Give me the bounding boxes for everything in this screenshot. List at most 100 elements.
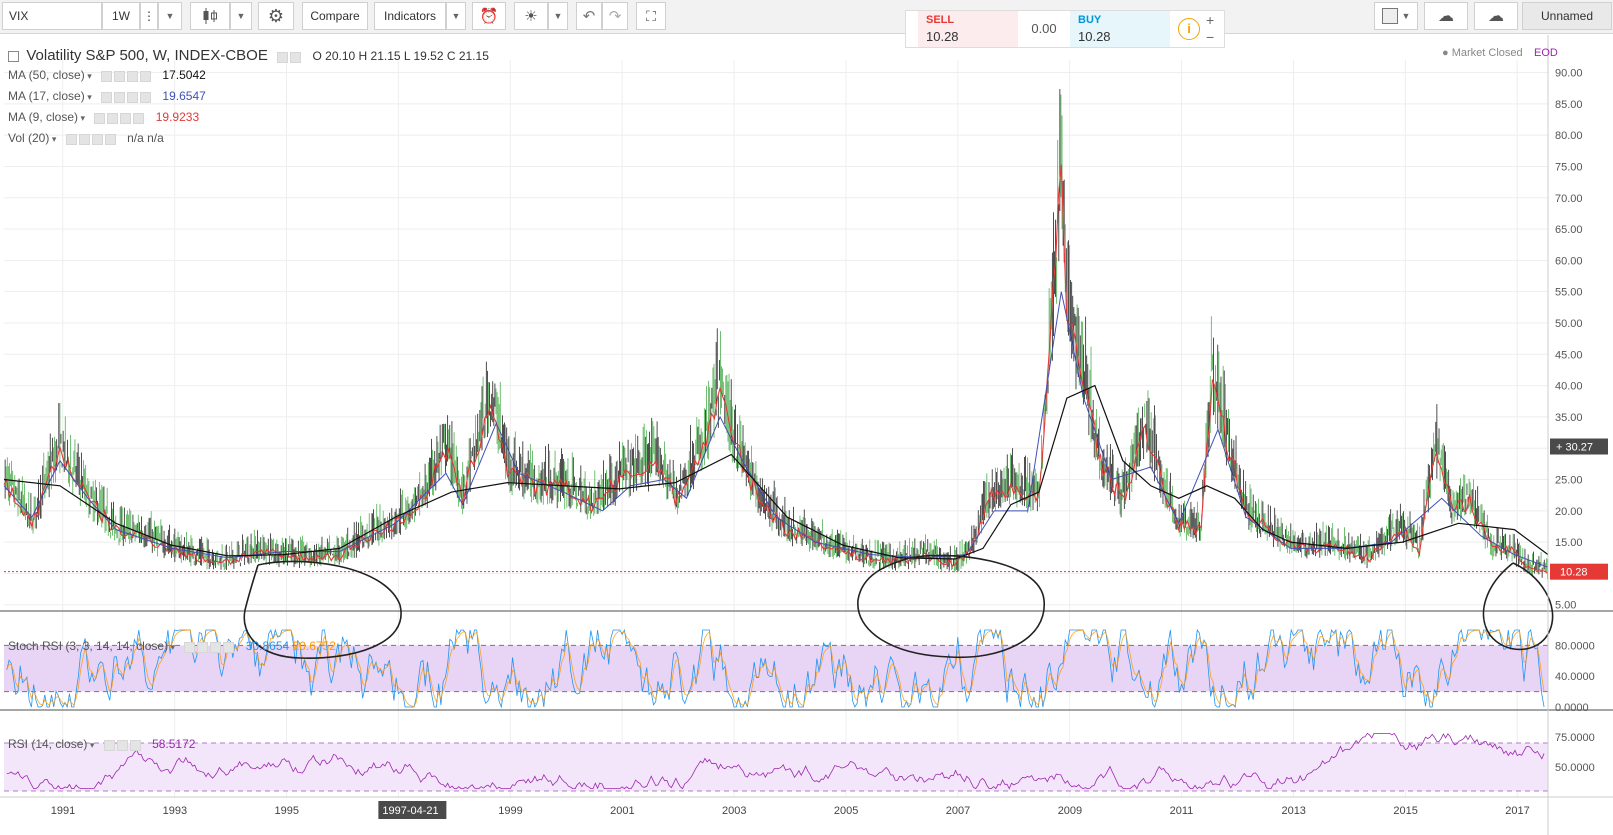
hand-drawn-circles (243, 554, 1554, 659)
rsi-tick-label: 50.0000 (1555, 762, 1595, 774)
ma50-legend[interactable]: MA (50, close) ▾ 17.5042 (8, 68, 206, 83)
price-tick-label: 90.00 (1555, 68, 1583, 80)
buy-label: BUY (1078, 14, 1102, 26)
price-tick-label: 45.00 (1555, 349, 1583, 361)
price-tick-label: 5.00 (1555, 600, 1576, 612)
price-tick-label: 85.00 (1555, 99, 1583, 111)
ma17-legend[interactable]: MA (17, close) ▾ 19.6547 (8, 89, 206, 104)
rsi-tick-label: 75.0000 (1555, 732, 1595, 744)
more-menu-button[interactable]: ⋮ (140, 2, 158, 30)
year-tick-label: 2005 (834, 805, 858, 817)
collapse-icon[interactable] (8, 51, 19, 63)
legend-icons[interactable] (101, 69, 153, 83)
series-title[interactable]: Volatility S&P 500, W, INDEX-CBOE (26, 47, 267, 64)
interval-text: 1W (112, 9, 130, 23)
annotation-circle (857, 554, 1045, 659)
price-axis[interactable]: 90.00 85.00 80.00 75.00 70.00 65.00 60.00 55.00… (1547, 35, 1608, 835)
indicators-dropdown[interactable]: ▼ (446, 2, 466, 30)
buy-price: 10.28 (1078, 29, 1111, 44)
price-tick-label: 15.00 (1555, 537, 1583, 549)
ma50-value: 17.5042 (162, 68, 206, 82)
year-tick-label: 2015 (1393, 805, 1417, 817)
price-tick-label: 40.00 (1555, 381, 1583, 393)
price-tick-label: 25.00 (1555, 475, 1583, 487)
trade-panel: SELL 10.28 0.00 BUY 10.28 i + − (905, 10, 1225, 48)
price-tick-label: 50.00 (1555, 318, 1583, 330)
market-status: ● Market Closed (1442, 47, 1523, 59)
save-layout-button[interactable]: ☁ (1474, 2, 1518, 30)
year-tick-label: 2011 (1170, 805, 1194, 817)
kebab-icon: ⋮ (143, 9, 155, 23)
minus-button[interactable]: − (1206, 29, 1214, 45)
compare-button[interactable]: Compare (302, 2, 368, 30)
spread-value: 0.00 (1031, 21, 1057, 36)
legend-icons[interactable] (101, 90, 153, 104)
indicators-button[interactable]: Indicators (374, 2, 446, 30)
price-tick-label: 55.00 (1555, 287, 1583, 299)
year-tick-label: 2001 (610, 805, 634, 817)
fullscreen-button[interactable]: ⛶ (636, 2, 666, 30)
indicator-pane-backgrounds (0, 610, 1613, 792)
alert-button[interactable]: ⏰ (472, 2, 506, 30)
top-toolbar: VIX 1W ⋮ ▼ ▼ ⚙ Compare Indicators ▼ ⏰ ☀ … (0, 0, 1613, 34)
ohlc-values: O 20.10 H 21.15 L 19.52 C 21.15 (312, 49, 489, 63)
ideas-dropdown[interactable]: ▼ (548, 2, 568, 30)
vol-value: n/a n/a (127, 131, 164, 145)
layout-name[interactable]: Unnamed (1522, 2, 1612, 30)
rsi-label: RSI (14, close) (8, 737, 88, 751)
rsi-legend[interactable]: RSI (14, close) ▾ 58.5172 (8, 737, 195, 752)
fullscreen-icon: ⛶ (646, 7, 656, 24)
compare-label: Compare (310, 9, 360, 23)
gear-icon: ⚙ (267, 5, 285, 26)
year-tick-label: 1993 (163, 805, 187, 817)
interval-button[interactable]: 1W (102, 2, 140, 30)
redo-button[interactable]: ↷ (602, 2, 628, 30)
ma9-label: MA (9, close) (8, 110, 79, 124)
alarm-clock-icon: ⏰ (479, 8, 499, 25)
last-price-text: 10.28 (1560, 567, 1588, 579)
chevron-down-icon: ▼ (451, 11, 461, 21)
sell-price: 10.28 (926, 29, 959, 44)
legend-icons[interactable] (184, 640, 236, 654)
stoch-rsi-legend[interactable]: Stoch RSI (3, 3, 14, 14, close) ▾ 30.865… (8, 639, 336, 654)
ma9-legend[interactable]: MA (9, close) ▾ 19.9233 (8, 110, 199, 125)
interval-dropdown[interactable]: ▼ (158, 2, 182, 30)
ma17-label: MA (17, close) (8, 89, 85, 103)
year-tick-label: 2003 (722, 805, 746, 817)
chart-area[interactable]: 90.00 85.00 80.00 75.00 70.00 65.00 60.00 55.00… (0, 35, 1613, 835)
load-layout-button[interactable]: ☁ (1424, 2, 1468, 30)
indicators-label: Indicators (383, 9, 437, 23)
legend-icons[interactable] (65, 132, 118, 146)
price-tick-label: 80.00 (1555, 130, 1583, 142)
year-tick-label: 2013 (1281, 805, 1305, 817)
settings-button[interactable]: ⚙ (258, 2, 294, 30)
candles-icon (203, 8, 217, 24)
stoch-d-value: 20.6752 (292, 639, 336, 653)
time-axis[interactable]: 1991199319951997199920012003200520072009… (0, 796, 1613, 819)
year-tick-label: 2009 (1058, 805, 1082, 817)
crosshair-date-text: 1997-04-21 (382, 805, 438, 817)
vol-legend[interactable]: Vol (20) ▾ n/a n/a (8, 131, 164, 146)
chevron-down-icon: ▼ (165, 11, 175, 21)
legend-icons[interactable] (94, 111, 146, 125)
legend-icons[interactable] (103, 738, 143, 752)
price-tick-label: 75.00 (1555, 161, 1583, 173)
chart-style-button[interactable] (190, 2, 230, 30)
series-settings-icons[interactable] (277, 50, 303, 64)
chevron-down-icon: ▼ (1401, 11, 1411, 21)
undo-button[interactable]: ↶ (576, 2, 602, 30)
stoch-rsi-label: Stoch RSI (3, 3, 14, 14, close) (8, 639, 169, 653)
chart-style-dropdown[interactable]: ▼ (230, 2, 252, 30)
sell-button[interactable]: SELL 10.28 (918, 11, 1018, 47)
ma9-value: 19.9233 (155, 110, 200, 124)
buy-button[interactable]: BUY 10.28 (1070, 11, 1170, 47)
symbol-input[interactable]: VIX (2, 2, 102, 30)
ma17-value: 19.6547 (162, 89, 206, 103)
cloud-upload-icon: ☁ (1488, 8, 1504, 25)
ma9-line (3, 164, 1549, 575)
stoch-tick-label: 40.0000 (1555, 671, 1595, 683)
info-icon[interactable]: i (1178, 18, 1200, 40)
layout-button[interactable]: ▼ (1374, 2, 1418, 30)
ideas-button[interactable]: ☀ (514, 2, 548, 30)
plus-button[interactable]: + (1206, 12, 1214, 28)
